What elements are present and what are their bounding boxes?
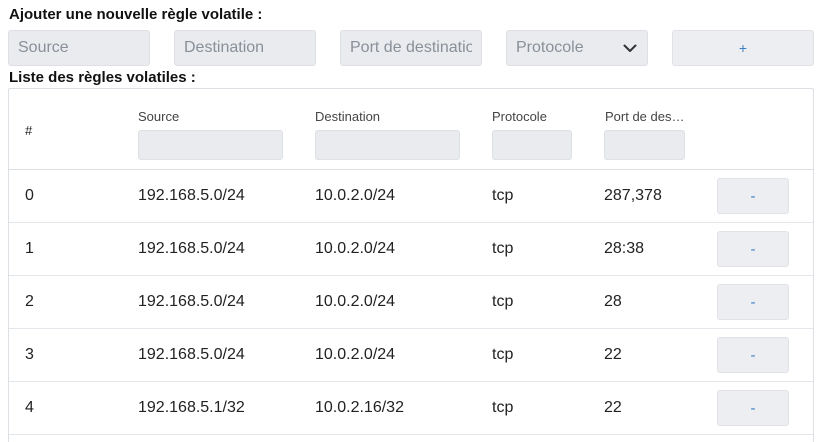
remove-rule-button[interactable]: - (717, 231, 789, 267)
protocol-select[interactable]: Protocole (506, 30, 648, 66)
header-port: Port de destination (605, 109, 686, 124)
table-row: 3 192.168.5.0/24 10.0.2.0/24 tcp 22 - (9, 329, 813, 382)
remove-rule-button[interactable]: - (717, 337, 789, 373)
row-protocol: tcp (492, 240, 514, 257)
row-protocol: tcp (492, 346, 514, 363)
header-source: Source (138, 109, 180, 124)
remove-rule-button[interactable]: - (717, 390, 789, 426)
table-header-row: # Source Destination Protocole Port de d… (9, 89, 813, 170)
row-destination: 10.0.2.0/24 (315, 240, 396, 257)
row-source: 192.168.5.0/24 (138, 240, 245, 257)
row-index: 0 (25, 187, 34, 204)
header-protocol: Protocole (492, 109, 547, 124)
row-source: 192.168.5.0/24 (138, 346, 245, 363)
row-port: 287,378 (604, 187, 662, 204)
header-index: # (25, 123, 33, 138)
row-protocol: tcp (492, 293, 514, 310)
rules-list-title: Liste des règles volatiles : (9, 69, 196, 86)
header-destination: Destination (315, 109, 381, 124)
row-port: 22 (604, 346, 622, 363)
port-filter-input[interactable] (604, 130, 685, 160)
destination-filter-input[interactable] (315, 130, 460, 160)
row-source: 192.168.5.0/24 (138, 187, 245, 204)
row-port: 28 (604, 293, 622, 310)
row-index: 1 (25, 240, 34, 257)
remove-rule-button[interactable]: - (717, 284, 789, 320)
protocol-select-value: Protocole (516, 39, 584, 56)
row-index: 2 (25, 293, 34, 310)
source-input[interactable] (8, 30, 150, 66)
source-filter-input[interactable] (138, 130, 283, 160)
destination-port-input[interactable] (340, 30, 482, 66)
row-protocol: tcp (492, 187, 514, 204)
row-index: 4 (25, 399, 34, 416)
remove-rule-button[interactable]: - (717, 178, 789, 214)
add-rule-title: Ajouter une nouvelle règle volatile : (9, 6, 263, 23)
row-destination: 10.0.2.0/24 (315, 293, 396, 310)
rules-table: # Source Destination Protocole Port de d… (8, 88, 814, 442)
row-destination: 10.0.2.16/32 (315, 399, 404, 416)
row-index: 3 (25, 346, 34, 363)
row-source: 192.168.5.1/32 (138, 399, 245, 416)
row-destination: 10.0.2.0/24 (315, 187, 396, 204)
destination-input[interactable] (174, 30, 316, 66)
row-source: 192.168.5.0/24 (138, 293, 245, 310)
row-port: 28:38 (604, 240, 645, 257)
table-row: 2 192.168.5.0/24 10.0.2.0/24 tcp 28 - (9, 276, 813, 329)
row-protocol: tcp (492, 399, 514, 416)
protocol-filter-input[interactable] (492, 130, 572, 160)
table-row: 0 192.168.5.0/24 10.0.2.0/24 tcp 287,378… (9, 170, 813, 223)
chevron-down-icon (622, 40, 638, 56)
row-port: 22 (604, 399, 622, 416)
table-row: 4 192.168.5.1/32 10.0.2.16/32 tcp 22 - (9, 382, 813, 435)
table-row: 1 192.168.5.0/24 10.0.2.0/24 tcp 28:38 - (9, 223, 813, 276)
row-destination: 10.0.2.0/24 (315, 346, 396, 363)
add-rule-button[interactable]: + (672, 30, 814, 66)
